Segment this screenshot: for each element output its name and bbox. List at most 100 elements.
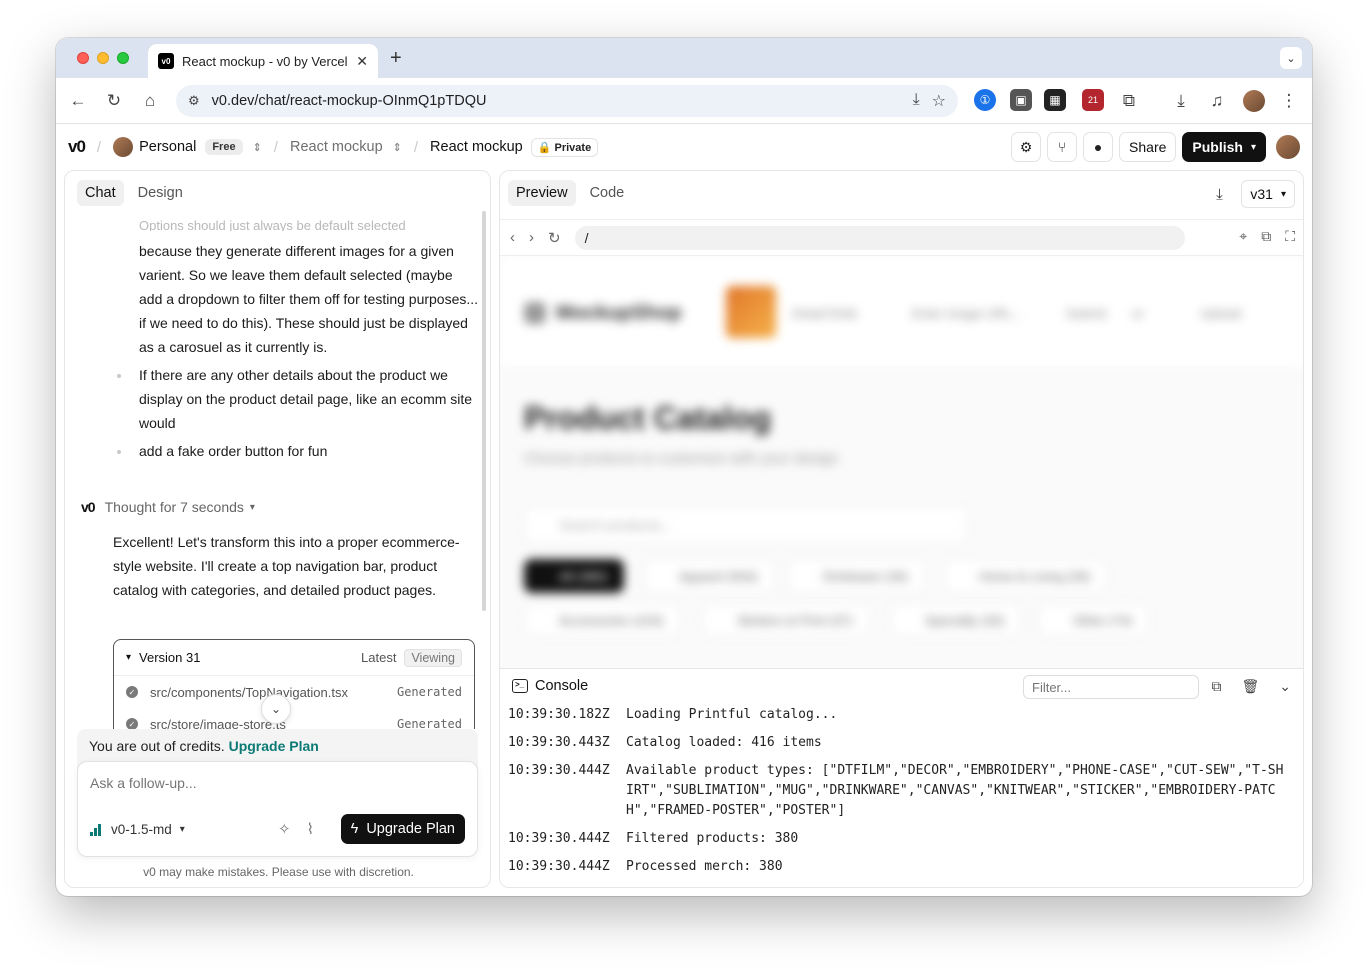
bullet-text: because they generate different images f… — [139, 243, 479, 355]
site-settings-icon[interactable]: ⚙ — [188, 93, 200, 109]
reload-icon[interactable]: ↻ — [103, 90, 125, 112]
paperclip-icon[interactable]: ⌇ — [307, 820, 314, 838]
settings-gear-icon[interactable]: ⚙ — [1011, 132, 1042, 162]
trash-icon[interactable]: 🗑 — [1241, 678, 1259, 695]
project-switcher-icon[interactable]: ⇕ — [393, 141, 402, 154]
back-chevron-icon[interactable]: ‹ — [510, 229, 515, 246]
github-icon[interactable]: ● — [1083, 132, 1114, 162]
console-title: Console — [535, 678, 589, 694]
preview-url-bar: ‹ › ↻ / ⌖ ⧉ ⛶ — [500, 219, 1303, 255]
calendar-extension-icon[interactable]: 21 — [1082, 89, 1104, 111]
model-selector[interactable]: v0-1.5-md ▾ — [90, 822, 185, 837]
element-select-icon[interactable]: ⌖ — [1239, 228, 1247, 245]
fork-icon[interactable]: ⑂ — [1047, 132, 1078, 162]
sparkles-icon[interactable]: ✧ — [278, 820, 291, 838]
nav-item: or — [1132, 306, 1144, 321]
breadcrumb-separator: / — [273, 138, 278, 156]
console-filter-input[interactable] — [1023, 675, 1199, 699]
forward-chevron-icon[interactable]: › — [529, 229, 534, 246]
back-arrow-icon[interactable]: ← — [67, 90, 89, 112]
file-row[interactable]: ✓ src/components/TopNavigation.tsx Gener… — [114, 676, 474, 708]
close-window-button[interactable] — [77, 52, 89, 64]
preview-frame[interactable]: MockupShop Detail Rolls Enter image URL.… — [500, 255, 1303, 668]
tab-search-chevron-icon[interactable]: ⌄ — [1280, 47, 1302, 69]
media-control-icon[interactable]: ♫ — [1206, 90, 1228, 112]
site-heading: Product Catalog — [524, 400, 772, 436]
open-new-window-icon[interactable]: ⧉ — [1261, 228, 1271, 245]
category-chip: Specialty (32) — [890, 603, 1022, 637]
address-bar[interactable]: ⚙ v0.dev/chat/react-mockup-OInmQ1pTDQU ⤓… — [176, 85, 958, 117]
version-select[interactable]: v31 ▾ — [1241, 180, 1295, 208]
extensions-puzzle-icon[interactable]: ⧉ — [1118, 90, 1140, 112]
chat-scrollbar[interactable] — [482, 211, 486, 611]
category-chip: Other (74) — [1038, 603, 1150, 637]
list-item: add a fake order button for fun — [117, 439, 479, 463]
scroll-down-chevron-icon[interactable]: ⌄ — [261, 694, 291, 724]
log-row: 10:39:30.182Z Loading Printful catalog..… — [508, 705, 1286, 725]
browser-menu-icon[interactable]: ⋮ — [1278, 90, 1300, 112]
tab-title: React mockup - v0 by Vercel — [182, 53, 348, 69]
copy-icon[interactable]: ⧉ — [1211, 678, 1221, 695]
v0-logo[interactable]: v0 — [68, 137, 86, 157]
chat-panel: Chat Design Options should just always b… — [64, 170, 491, 888]
collapse-chevrons-icon[interactable]: ⌄ — [1279, 678, 1291, 695]
file-status: Generated — [396, 717, 462, 729]
tab-preview[interactable]: Preview — [508, 180, 576, 206]
tab-code[interactable]: Code — [582, 180, 633, 206]
console-header: >_ Console — [512, 678, 588, 694]
publish-label: Publish — [1192, 139, 1243, 155]
upgrade-plan-link[interactable]: Upgrade Plan — [229, 738, 319, 754]
terminal-icon: >_ — [512, 679, 528, 693]
user-avatar[interactable] — [1276, 135, 1300, 159]
file-row[interactable]: ✓ src/store/image-store.ts Generated — [114, 708, 474, 729]
composer-tools: ✧ ⌇ — [278, 820, 314, 838]
latest-label: Latest — [361, 650, 397, 665]
category-chip: Accessories (103) — [524, 603, 681, 637]
download-icon[interactable]: ⤓ — [1205, 180, 1233, 208]
browser-tab[interactable]: v0 React mockup - v0 by Vercel ✕ — [148, 44, 378, 78]
visibility-badge[interactable]: 🔒 Private — [530, 137, 599, 157]
profile-avatar[interactable] — [1243, 90, 1265, 112]
extension-icon[interactable]: ▦ — [1044, 89, 1066, 111]
tab-close-icon[interactable]: ✕ — [356, 53, 368, 70]
workspace-switcher-icon[interactable]: ⇕ — [253, 141, 262, 154]
new-tab-icon[interactable]: + — [390, 47, 402, 70]
upgrade-plan-label: Upgrade Plan — [366, 821, 455, 837]
preview-path-input[interactable]: / — [574, 225, 1185, 250]
follow-up-input[interactable] — [90, 775, 460, 791]
tab-design[interactable]: Design — [130, 180, 191, 206]
chat-title[interactable]: React mockup — [430, 139, 523, 155]
zoom-window-button[interactable] — [117, 52, 129, 64]
thought-toggle[interactable]: v0 Thought for 7 seconds ▾ — [81, 499, 255, 515]
home-icon[interactable]: ⌂ — [139, 90, 161, 112]
lightning-icon: ϟ — [350, 821, 359, 837]
disclaimer: v0 may make mistakes. Please use with di… — [143, 865, 414, 879]
install-app-icon[interactable]: ⤓ — [913, 91, 920, 111]
minimize-window-button[interactable] — [97, 52, 109, 64]
version-header[interactable]: ▾ Version 31 Latest Viewing — [114, 640, 474, 676]
extension-badge: 21 — [1087, 95, 1098, 105]
cast-extension-icon[interactable]: ▣ — [1010, 89, 1032, 111]
preview-actions: ⤓ v31 ▾ — [1205, 180, 1295, 208]
faded-message-line: Options should just always be default se… — [139, 219, 406, 231]
log-message: Filtered products: 380 — [626, 831, 799, 846]
log-timestamp: 10:39:30.444Z — [508, 763, 610, 778]
upgrade-plan-button[interactable]: ϟ Upgrade Plan — [340, 814, 465, 844]
bullet-dot — [117, 374, 121, 378]
password-manager-extension-icon[interactable]: ① — [974, 89, 996, 111]
version-card[interactable]: ▾ Version 31 Latest Viewing ✓ src/compon… — [113, 639, 475, 729]
tab-chat[interactable]: Chat — [77, 180, 124, 206]
chat-messages[interactable]: Options should just always be default se… — [65, 219, 490, 729]
bookmark-star-icon[interactable]: ☆ — [932, 91, 946, 111]
preview-panel: Preview Code ⤓ v31 ▾ ‹ › ↻ / ⌖ ⧉ ⛶ Mocku… — [499, 170, 1304, 888]
workspace-avatar — [113, 137, 134, 157]
downloads-icon[interactable]: ⤓ — [1170, 90, 1192, 112]
project-name[interactable]: React mockup — [290, 139, 383, 155]
fullscreen-icon[interactable]: ⛶ — [1285, 228, 1295, 245]
console-panel: >_ Console ⧉ 🗑 ⌄ 10:39:30.182Z Loading P… — [500, 668, 1303, 887]
chevron-down-icon: ▾ — [1280, 188, 1286, 200]
workspace-name[interactable]: Personal — [139, 139, 196, 155]
refresh-icon[interactable]: ↻ — [548, 229, 561, 247]
share-button[interactable]: Share — [1119, 132, 1177, 162]
publish-button[interactable]: Publish ▾ — [1182, 132, 1266, 162]
